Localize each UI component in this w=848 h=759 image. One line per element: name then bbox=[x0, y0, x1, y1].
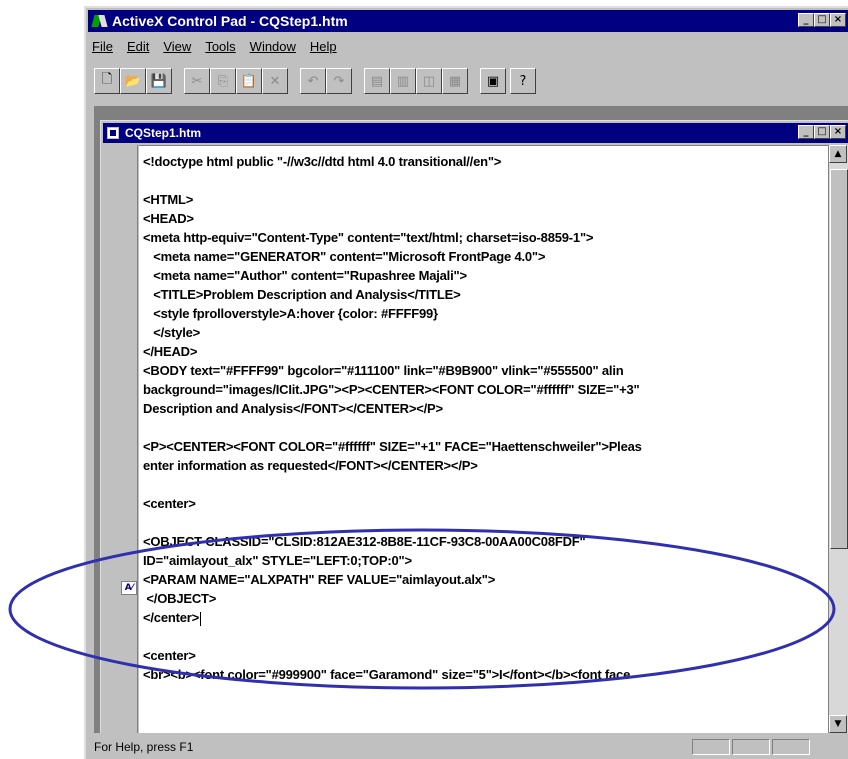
doc-minimize-button[interactable]: _ bbox=[798, 125, 814, 139]
code-line[interactable]: Description and Analysis</FONT></CENTER>… bbox=[143, 399, 642, 418]
code-line[interactable]: <center> bbox=[143, 646, 642, 665]
tile-vertical-button[interactable]: ▥ bbox=[390, 68, 416, 94]
code-line[interactable] bbox=[143, 418, 642, 437]
cascade-icon: ◫ bbox=[422, 73, 436, 89]
status-pane-3 bbox=[772, 739, 810, 755]
maximize-button[interactable]: □ bbox=[814, 13, 830, 27]
save-icon: 💾 bbox=[150, 73, 168, 89]
scroll-up-button[interactable]: ▲ bbox=[829, 145, 847, 163]
code-line[interactable]: <OBJECT CLASSID="CLSID:812AE312-8B8E-11C… bbox=[143, 532, 642, 551]
code-editor[interactable]: <!doctype html public "-//w3c//dtd html … bbox=[139, 145, 828, 733]
copy-icon: ⎘ bbox=[217, 73, 229, 89]
delete-icon: ✕ bbox=[269, 73, 281, 89]
doc-close-button[interactable]: × bbox=[830, 125, 846, 139]
paste-icon: 📋 bbox=[240, 73, 258, 89]
app-window: ActiveX Control Pad - CQStep1.htm _ □ × … bbox=[84, 6, 848, 759]
code-line[interactable]: <meta name="Author" content="Rupashree M… bbox=[143, 266, 642, 285]
undo-button[interactable]: ↶ bbox=[300, 68, 326, 94]
code-line[interactable]: <TITLE>Problem Description and Analysis<… bbox=[143, 285, 642, 304]
editor-gutter: A⁄ bbox=[103, 145, 138, 733]
code-line[interactable] bbox=[143, 171, 642, 190]
code-line[interactable]: <!doctype html public "-//w3c//dtd html … bbox=[143, 152, 642, 171]
open-button[interactable]: 📂 bbox=[120, 68, 146, 94]
text-caret bbox=[200, 611, 202, 626]
menu-tools[interactable]: Tools bbox=[205, 39, 235, 54]
code-line[interactable]: <PARAM NAME="ALXPATH" REF VALUE="aimlayo… bbox=[143, 570, 642, 589]
arrange-icon: ▦ bbox=[448, 73, 462, 89]
redo-button[interactable]: ↷ bbox=[326, 68, 352, 94]
app-title: ActiveX Control Pad - CQStep1.htm bbox=[112, 13, 348, 29]
cascade-button[interactable]: ◫ bbox=[416, 68, 442, 94]
menu-edit[interactable]: Edit bbox=[127, 39, 149, 54]
script-wizard-button[interactable]: ▣ bbox=[480, 68, 506, 94]
mdi-client-area: CQStep1.htm _ □ × A⁄ <!doctype html publ… bbox=[94, 106, 848, 733]
menu-file[interactable]: File bbox=[92, 39, 113, 54]
code-line[interactable] bbox=[143, 627, 642, 646]
code-line[interactable]: enter information as requested</FONT></C… bbox=[143, 456, 642, 475]
code-line[interactable]: background="images/ICIit.JPG"><P><CENTER… bbox=[143, 380, 642, 399]
code-line[interactable]: </style> bbox=[143, 323, 642, 342]
new-icon: 🗋 bbox=[101, 72, 113, 87]
paste-button[interactable]: 📋 bbox=[236, 68, 262, 94]
code-line[interactable] bbox=[143, 513, 642, 532]
status-pane-2 bbox=[732, 739, 770, 755]
copy-button[interactable]: ⎘ bbox=[210, 68, 236, 94]
scroll-thumb[interactable] bbox=[830, 169, 848, 549]
code-line[interactable]: <HEAD> bbox=[143, 209, 642, 228]
code-line[interactable]: <meta name="GENERATOR" content="Microsof… bbox=[143, 247, 642, 266]
cut-button[interactable]: ✂ bbox=[184, 68, 210, 94]
statusbar: For Help, press F1 bbox=[94, 735, 848, 759]
code-line[interactable]: <meta http-equiv="Content-Type" content=… bbox=[143, 228, 642, 247]
minimize-button[interactable]: _ bbox=[798, 13, 814, 27]
arrange-button[interactable]: ▦ bbox=[442, 68, 468, 94]
code-text[interactable]: <!doctype html public "-//w3c//dtd html … bbox=[143, 152, 642, 684]
tile-horizontal-button[interactable]: ▤ bbox=[364, 68, 390, 94]
cut-icon: ✂ bbox=[191, 73, 203, 89]
code-line[interactable] bbox=[143, 475, 642, 494]
code-line[interactable]: </center> bbox=[143, 608, 642, 627]
open-icon: 📂 bbox=[124, 73, 142, 89]
context-help-button[interactable]: ? bbox=[510, 68, 536, 94]
tile-vertical-icon: ▥ bbox=[396, 73, 410, 89]
code-line[interactable]: </HEAD> bbox=[143, 342, 642, 361]
new-button[interactable]: 🗋 bbox=[94, 68, 120, 94]
code-line[interactable]: <BODY text="#FFFF99" bgcolor="#111100" l… bbox=[143, 361, 642, 380]
code-line[interactable]: <br><b><font color="#999900" face="Garam… bbox=[143, 665, 642, 684]
document-window-buttons: _ □ × bbox=[798, 125, 846, 139]
toolbar: 🗋 📂 💾 ✂ ⎘ 📋 ✕ ↶ ↷ ▤ ▥ ◫ ▦ ▣ ? bbox=[94, 66, 536, 96]
code-line[interactable]: ID="aimlayout_alx" STYLE="LEFT:0;TOP:0"> bbox=[143, 551, 642, 570]
status-text: For Help, press F1 bbox=[94, 740, 194, 754]
undo-icon: ↶ bbox=[307, 73, 319, 89]
help-icon: ? bbox=[519, 73, 527, 89]
menubar: File Edit View Tools Window Help bbox=[92, 36, 337, 56]
menu-view[interactable]: View bbox=[163, 39, 191, 54]
script-wizard-icon: ▣ bbox=[486, 73, 500, 89]
status-pane-1 bbox=[692, 739, 730, 755]
save-button[interactable]: 💾 bbox=[146, 68, 172, 94]
close-button[interactable]: × bbox=[830, 13, 846, 27]
menu-help[interactable]: Help bbox=[310, 39, 337, 54]
doc-maximize-button[interactable]: □ bbox=[814, 125, 830, 139]
window-buttons: _ □ × bbox=[798, 13, 846, 27]
document-title: CQStep1.htm bbox=[125, 126, 202, 140]
code-line[interactable]: <center> bbox=[143, 494, 642, 513]
vertical-scrollbar[interactable]: ▲ ▼ bbox=[828, 145, 848, 733]
activex-control-pad-icon bbox=[92, 13, 108, 29]
document-titlebar[interactable]: CQStep1.htm _ □ × bbox=[103, 123, 848, 143]
redo-icon: ↷ bbox=[333, 73, 345, 89]
code-line[interactable]: <HTML> bbox=[143, 190, 642, 209]
menu-window[interactable]: Window bbox=[250, 39, 296, 54]
code-line[interactable]: <style fprolloverstyle>A:hover {color: #… bbox=[143, 304, 642, 323]
code-line[interactable]: <P><CENTER><FONT COLOR="#ffffff" SIZE="+… bbox=[143, 437, 642, 456]
activex-object-icon[interactable]: A⁄ bbox=[121, 581, 137, 595]
code-line[interactable]: </OBJECT> bbox=[143, 589, 642, 608]
app-titlebar[interactable]: ActiveX Control Pad - CQStep1.htm _ □ × bbox=[88, 10, 848, 32]
tile-horizontal-icon: ▤ bbox=[370, 73, 384, 89]
document-icon bbox=[107, 127, 119, 139]
document-window: CQStep1.htm _ □ × A⁄ <!doctype html publ… bbox=[100, 120, 848, 733]
scroll-down-button[interactable]: ▼ bbox=[829, 715, 847, 733]
delete-button[interactable]: ✕ bbox=[262, 68, 288, 94]
